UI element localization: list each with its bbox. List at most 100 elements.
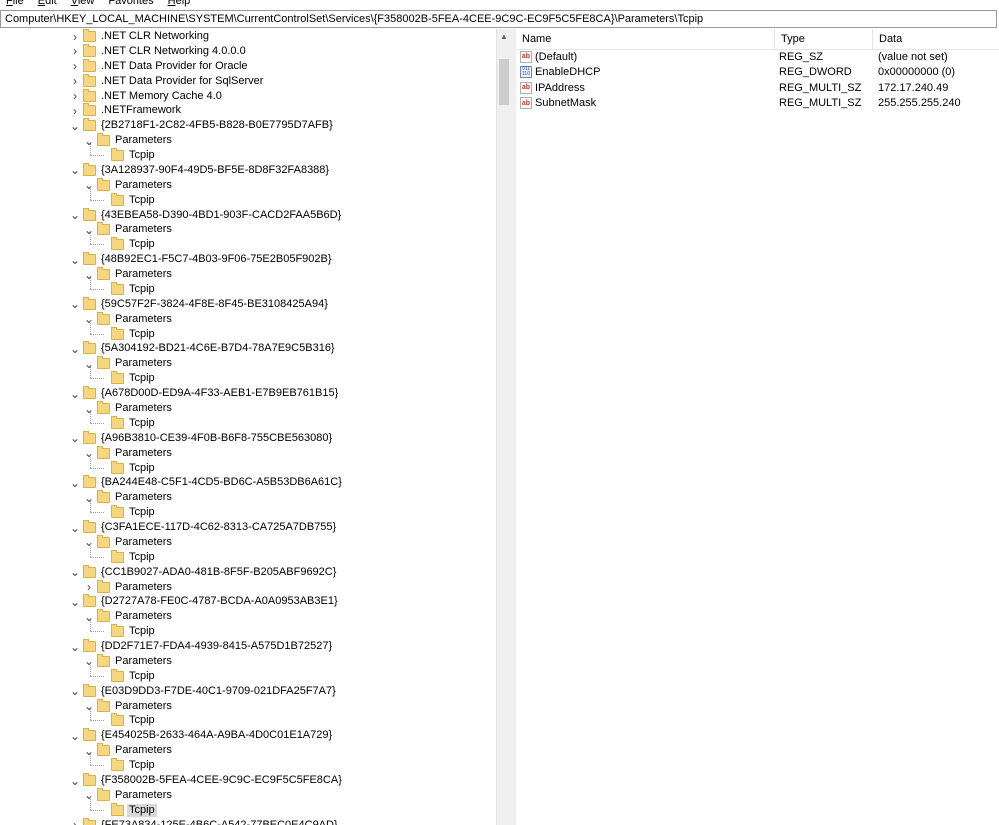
tree-node-tcpip[interactable]: Tcpip: [98, 237, 157, 252]
tree-node-net-clr-networking[interactable]: › .NET CLR Networking: [70, 29, 211, 44]
column-header-data[interactable]: Data: [873, 29, 999, 49]
tree-node-parameters[interactable]: ⌄ Parameters: [84, 534, 174, 550]
chevron-down-icon[interactable]: ⌄: [70, 252, 80, 267]
tree-node-parameters[interactable]: ⌄ Parameters: [84, 609, 174, 624]
value-row[interactable]: 011 110 EnableDHCP REG_DWORD 0x00000000 (0): [516, 65, 999, 80]
tree-node-tcpip[interactable]: Tcpip: [98, 192, 157, 208]
chevron-down-icon[interactable]: ⌄: [84, 788, 94, 803]
chevron-down-icon[interactable]: ⌄: [70, 386, 80, 401]
tree-node-2b2718f1-2c82-4fb5-b828-b0e7795d7afb[interactable]: ⌄ {2B2718F1-2C82-4FB5-B828-B0E7795D7AFB}: [70, 118, 335, 133]
tree-node-e03d9dd3-f7de-40c1-9709-021dfa25f7a7[interactable]: ⌄ {E03D9DD3-F7DE-40C1-9709-021DFA25F7A7}: [70, 683, 338, 699]
chevron-down-icon[interactable]: ⌄: [84, 446, 94, 461]
tree-node-f358002b-5fea-4cee-9c9c-ec9f5c5fe8ca[interactable]: ⌄ {F358002B-5FEA-4CEE-9C9C-EC9F5C5FE8CA}: [70, 773, 344, 788]
value-row[interactable]: ab SubnetMask REG_MULTI_SZ 255.255.255.240: [516, 96, 999, 111]
tree-node-net-clr-networking-4-0-0-0[interactable]: › .NET CLR Networking 4.0.0.0: [70, 43, 248, 59]
tree-node-tcpip[interactable]: Tcpip: [98, 713, 157, 728]
menu-item-favorites[interactable]: Favorites: [102, 0, 161, 7]
tree-node-tcpip[interactable]: Tcpip: [98, 281, 157, 297]
tree-node-tcpip[interactable]: Tcpip: [98, 148, 157, 163]
chevron-right-icon[interactable]: ›: [70, 103, 80, 118]
chevron-down-icon[interactable]: ⌄: [70, 163, 80, 178]
value-row[interactable]: ab (Default) REG_SZ (value not set): [516, 49, 999, 64]
tree-node-tcpip[interactable]: Tcpip: [98, 326, 157, 342]
chevron-down-icon[interactable]: ⌄: [70, 297, 80, 312]
tree-node-dd2f71e7-fda4-4939-8415-a575d1b72527[interactable]: ⌄ {DD2F71E7-FDA4-4939-8415-A575D1B72527}: [70, 639, 334, 654]
chevron-down-icon[interactable]: ⌄: [84, 312, 94, 327]
chevron-down-icon[interactable]: ⌄: [70, 565, 80, 580]
chevron-down-icon[interactable]: ⌄: [84, 356, 94, 371]
chevron-down-icon[interactable]: ⌄: [84, 654, 94, 669]
tree-node-parameters[interactable]: ⌄ Parameters: [84, 490, 174, 505]
scroll-thumb[interactable]: [499, 59, 509, 105]
tree-node-e454025b-2633-464a-a9ba-4d0c01e1a729[interactable]: ⌄ {E454025B-2633-464A-A9BA-4D0C01E1A729}: [70, 728, 334, 743]
chevron-right-icon[interactable]: ›: [70, 59, 80, 74]
chevron-down-icon[interactable]: ⌄: [70, 639, 80, 654]
tree-node-netframework[interactable]: › .NETFramework: [70, 103, 183, 118]
tree-node-net-data-provider-for-sqlserver[interactable]: › .NET Data Provider for SqlServer: [70, 73, 265, 89]
chevron-down-icon[interactable]: ⌄: [84, 222, 94, 237]
menu-item-edit[interactable]: Edit: [32, 0, 65, 7]
tree-node-ba244e48-c5f1-4cd5-bd6c-a5b53db6a61c[interactable]: ⌄ {BA244E48-C5F1-4CD5-BD6C-A5B53DB6A61C}: [70, 475, 344, 490]
chevron-down-icon[interactable]: ⌄: [70, 341, 80, 356]
chevron-down-icon[interactable]: ⌄: [84, 490, 94, 505]
tree-node-parameters[interactable]: › Parameters: [84, 579, 174, 595]
menu-item-file[interactable]: File: [0, 0, 32, 7]
tree-node-43ebea58-d390-4bd1-903f-cacd2faa5b6d[interactable]: ⌄ {43EBEA58-D390-4BD1-903F-CACD2FAA5B6D}: [70, 207, 343, 223]
chevron-down-icon[interactable]: ⌄: [84, 609, 94, 624]
tree-node-parameters[interactable]: ⌄ Parameters: [84, 133, 174, 148]
chevron-down-icon[interactable]: ⌄: [84, 178, 94, 193]
tree-node-a678d00d-ed9a-4f33-aeb1-e7b9eb761b15[interactable]: ⌄ {A678D00D-ED9A-4F33-AEB1-E7B9EB761B15}: [70, 386, 340, 401]
address-bar[interactable]: Computer\HKEY_LOCAL_MACHINE\SYSTEM\Curre…: [0, 10, 997, 28]
tree-node-fe73a834-125e-4b6c-a542-77bec0e4c9ad[interactable]: › {FE73A834-125E-4B6C-A542-77BEC0E4C9AD}: [70, 817, 340, 825]
tree-node-tcpip[interactable]: Tcpip: [98, 505, 157, 520]
chevron-down-icon[interactable]: ⌄: [70, 431, 80, 446]
chevron-down-icon[interactable]: ⌄: [70, 475, 80, 490]
tree-node-net-data-provider-for-oracle[interactable]: › .NET Data Provider for Oracle: [70, 58, 250, 74]
tree-node-tcpip[interactable]: Tcpip: [98, 758, 157, 773]
tree-node-tcpip[interactable]: Tcpip: [98, 549, 157, 565]
tree-node-tcpip[interactable]: Tcpip: [98, 460, 157, 476]
chevron-down-icon[interactable]: ⌄: [84, 267, 94, 282]
tree-node-parameters[interactable]: ⌄ Parameters: [84, 743, 174, 758]
tree-node-parameters[interactable]: ⌄ Parameters: [84, 787, 174, 803]
chevron-right-icon[interactable]: ›: [84, 580, 94, 595]
tree-node-5a304192-bd21-4c6e-b7d4-78a7e9c5b316[interactable]: ⌄ {5A304192-BD21-4C6E-B7D4-78A7E9C5B316}: [70, 341, 337, 356]
tree-node-59c57f2f-3824-4f8e-8f45-be3108425a94[interactable]: ⌄ {59C57F2F-3824-4F8E-8F45-BE3108425A94}: [70, 296, 330, 312]
chevron-down-icon[interactable]: ⌄: [70, 208, 80, 223]
menu-item-help[interactable]: Help: [162, 0, 199, 7]
tree-node-net-memory-cache-4-0[interactable]: › .NET Memory Cache 4.0: [70, 88, 224, 104]
chevron-down-icon[interactable]: ⌄: [84, 743, 94, 758]
tree-node-parameters[interactable]: ⌄ Parameters: [84, 267, 174, 282]
tree-node-parameters[interactable]: ⌄ Parameters: [84, 698, 174, 714]
chevron-right-icon[interactable]: ›: [70, 44, 80, 59]
tree-node-parameters[interactable]: ⌄ Parameters: [84, 177, 174, 193]
tree-node-tcpip[interactable]: Tcpip: [98, 668, 157, 684]
chevron-right-icon[interactable]: ›: [70, 74, 80, 89]
tree-node-3a128937-90f4-49d5-bf5e-8d8f32fa8388[interactable]: ⌄ {3A128937-90F4-49D5-BF5E-8D8F32FA8388}: [70, 162, 331, 178]
chevron-down-icon[interactable]: ⌄: [70, 594, 80, 609]
tree-node-tcpip[interactable]: Tcpip: [98, 415, 157, 431]
column-header-name[interactable]: Name: [516, 29, 774, 49]
chevron-right-icon[interactable]: ›: [70, 818, 80, 825]
tree-node-cc1b9027-ada0-481b-8f5f-b205abf9692c[interactable]: ⌄ {CC1B9027-ADA0-481B-8F5F-B205ABF9692C}: [70, 564, 338, 580]
tree-node-a96b3810-ce39-4f0b-b6f8-755cbe563080[interactable]: ⌄ {A96B3810-CE39-4F0B-B6F8-755CBE563080}: [70, 430, 334, 446]
tree-node-parameters[interactable]: ⌄ Parameters: [84, 356, 174, 371]
chevron-down-icon[interactable]: ⌄: [70, 773, 80, 788]
value-row[interactable]: ab IPAddress REG_MULTI_SZ 172.17.240.49: [516, 80, 999, 95]
chevron-down-icon[interactable]: ⌄: [84, 133, 94, 148]
chevron-down-icon[interactable]: ⌄: [84, 401, 94, 416]
tree-node-parameters[interactable]: ⌄ Parameters: [84, 222, 174, 237]
chevron-down-icon[interactable]: ⌄: [70, 520, 80, 535]
menu-item-view[interactable]: View: [65, 0, 103, 7]
tree-node-tcpip[interactable]: Tcpip: [98, 624, 157, 639]
scroll-up-arrow-icon[interactable]: ▲: [497, 29, 511, 43]
column-header-type[interactable]: Type: [775, 29, 872, 49]
tree-node-c3fa1ece-117d-4c62-8313-ca725a7db755[interactable]: ⌄ {C3FA1ECE-117D-4C62-8313-CA725A7DB755}: [70, 520, 338, 535]
chevron-down-icon[interactable]: ⌄: [84, 699, 94, 714]
tree-node-parameters[interactable]: ⌄ Parameters: [84, 653, 174, 669]
tree-node-parameters[interactable]: ⌄ Parameters: [84, 401, 174, 416]
chevron-down-icon[interactable]: ⌄: [84, 535, 94, 550]
chevron-down-icon[interactable]: ⌄: [70, 684, 80, 699]
tree-node-tcpip[interactable]: Tcpip: [98, 371, 157, 386]
tree-node-parameters[interactable]: ⌄ Parameters: [84, 445, 174, 461]
